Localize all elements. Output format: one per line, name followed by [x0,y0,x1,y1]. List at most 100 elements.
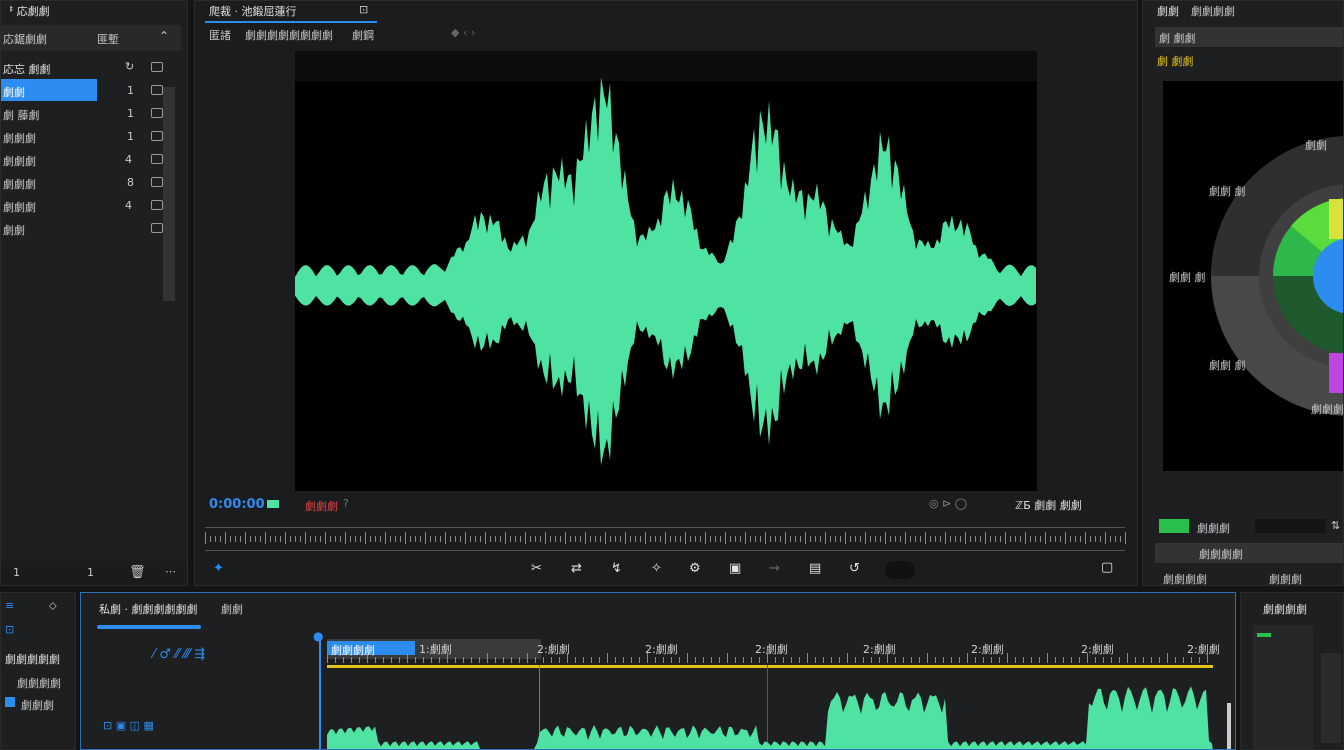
timeline-tick [727,653,728,663]
playhead-handle[interactable]: ● [313,629,323,643]
fullscreen-icon[interactable]: ▢ [1101,560,1113,575]
mixer-buttons[interactable] [1321,653,1341,743]
zoom-slider[interactable] [97,625,201,629]
tab-close-icon[interactable]: ⊡ [359,3,368,16]
tool-icon-3[interactable]: ↯ [611,561,622,576]
ruler-tick [580,536,581,542]
help-icon[interactable]: ? [343,497,349,510]
ruler-tick [335,536,336,542]
trash-icon[interactable]: 🗑 [129,565,146,580]
expand-icon[interactable]: ⬦ [49,599,57,613]
timeline-tick [535,657,536,663]
subtab-0[interactable]: 匿諸 [209,27,231,43]
ruler-tick [495,536,496,542]
ruler-tick [705,532,706,544]
subtab-2[interactable]: 劇鋼 [352,27,374,43]
search-bar[interactable]: 応鋸劇劇 匪塹 ⌃ [1,25,181,51]
tool-icon-2[interactable]: ⇄ [571,561,582,576]
list-item[interactable]: 劇劇 [1,217,176,239]
list-item-count: 1 [127,107,134,120]
ruler-tick [430,536,431,542]
waveform-canvas[interactable] [295,51,1037,491]
ruler-label: 2:劇劇 [971,643,1004,656]
zoom-icons[interactable]: ◎ ⊳ ◯ [929,497,967,510]
audio-track[interactable] [327,671,1213,749]
tool-icon-5[interactable]: ⚙ [689,561,701,576]
list-item[interactable]: 劇 藤劇 1 [1,102,176,124]
tools-label-0: 劇劇劇劇劇 [5,653,60,666]
tool-icon-4[interactable]: ✧ [651,561,662,576]
timeline-tick [1159,657,1160,663]
timeline-tick [615,657,616,663]
tool-icon-7[interactable]: ⇝ [769,561,780,576]
tool-icon-8[interactable]: ▤ [809,561,821,576]
value-field[interactable] [1255,519,1325,533]
wheel-label-3: 劇劇 劇 [1209,359,1246,372]
pin-icon[interactable]: ✦ [213,561,224,576]
tool-icon-1[interactable]: ✂ [531,561,542,576]
timeline-tick [543,657,544,663]
list-item[interactable]: 劇劇劇 1 [1,125,176,147]
wheel-label-1: 劇劇 劇 [1209,185,1246,198]
subtab-1[interactable]: 劇劇劇劇劇劇劇劇 [245,27,333,43]
ruler-tick [525,532,526,544]
timeline-tick [479,657,480,663]
inspector-row-2[interactable]: 劇劇劇劇 [1155,543,1343,563]
color-wheel-area[interactable]: 劇劇 劇劇 劇 劇劇 劇 劇劇 劇 劇劇劇 [1163,81,1343,471]
inspector-panel: 劇劇 劇劇劇劇 劇 劇劇 劇 劇劇 劇劇 劇劇 劇 劇劇 劇 劇劇 劇 劇劇劇 … [1142,0,1344,586]
ruler-tick [865,532,866,544]
slider-icon[interactable]: ⇅ [1331,519,1340,532]
timeline-tick [719,657,720,663]
nav-icons[interactable]: ◆ ‹ › [451,26,475,39]
ruler-tick [390,536,391,542]
header-bar[interactable]: 劇 劇劇 [1155,27,1343,47]
timeline-ruler[interactable]: 1:劇劇 2:劇劇 2:劇劇 2:劇劇 2:劇劇 2:劇劇 2:劇劇 2:劇劇 [327,639,1220,665]
menu-icon[interactable]: ⋯ [165,565,176,578]
ruler-tick [570,536,571,542]
tool-icon-9[interactable]: ↺ [849,561,860,576]
work-area-bar[interactable] [327,665,1213,668]
mixer-channel[interactable] [1253,625,1313,749]
ruler-tick [555,536,556,542]
list-item[interactable]: 劇劇劇 4 [1,148,176,170]
list-item[interactable]: 劇劇 1 [1,79,176,101]
tools-label-2: 劇劇劇 [21,699,54,712]
list-item[interactable]: 劇劇劇 8 [1,171,176,193]
ruler-tick [435,536,436,542]
timeline-tick [607,653,608,663]
tool-icon-6[interactable]: ▣ [729,561,741,576]
lock-icon[interactable]: ⊡ [5,623,14,636]
scrollbar[interactable] [163,87,175,301]
timeline-tick [431,657,432,663]
ruler-tick [235,536,236,542]
timeline-tick [879,657,880,663]
timeline-tick [807,653,808,663]
edit-tools[interactable]: ⁄ ♂ ⁄⁄ ⁄⁄⁄ ⇶ [153,647,205,662]
timeline-panel: 私劇 · 劇劇劇劇劇劇 劇劇 ⁄ ♂ ⁄⁄ ⁄⁄⁄ ⇶ ⊡ ▣ ◫ ▦ ● 劇劇… [80,592,1236,750]
list-item[interactable]: 劇劇劇 4 [1,194,176,216]
tab-1[interactable]: 劇劇 [1157,3,1179,19]
timeline-tick [527,653,528,663]
viewer-tab[interactable]: 爬裁 · 池鍛屈蓮行 [209,3,297,19]
timeline-tick [1135,657,1136,663]
tool-icon[interactable]: ≡ [5,599,14,612]
toggle-switch[interactable] [885,561,915,579]
ruler-tick [420,536,421,542]
ruler-tick [925,532,926,544]
ruler-tick [1035,536,1036,542]
ruler-tick [510,536,511,542]
tab-2[interactable]: 劇劇劇劇 [1191,3,1235,19]
view-icon[interactable] [151,62,163,72]
ruler-tick [280,536,281,542]
refresh-icon[interactable]: ↻ [125,60,134,73]
inspector-label: 劇劇劇 [1197,522,1230,535]
view-controls[interactable]: ℤƂ 劇劇 劇劇 [1015,497,1082,513]
timeline-scrollbar[interactable] [1227,703,1231,749]
inspector-row-1[interactable]: 劇劇劇 ⇅ [1159,517,1343,537]
scrubber-ruler[interactable] [205,527,1126,551]
track-controls[interactable]: ⊡ ▣ ◫ ▦ [103,719,154,732]
ruler-tick [775,536,776,542]
collapse-icon[interactable]: ⌃ [159,29,169,43]
playhead[interactable] [319,633,321,749]
ruler-tick [385,532,386,544]
